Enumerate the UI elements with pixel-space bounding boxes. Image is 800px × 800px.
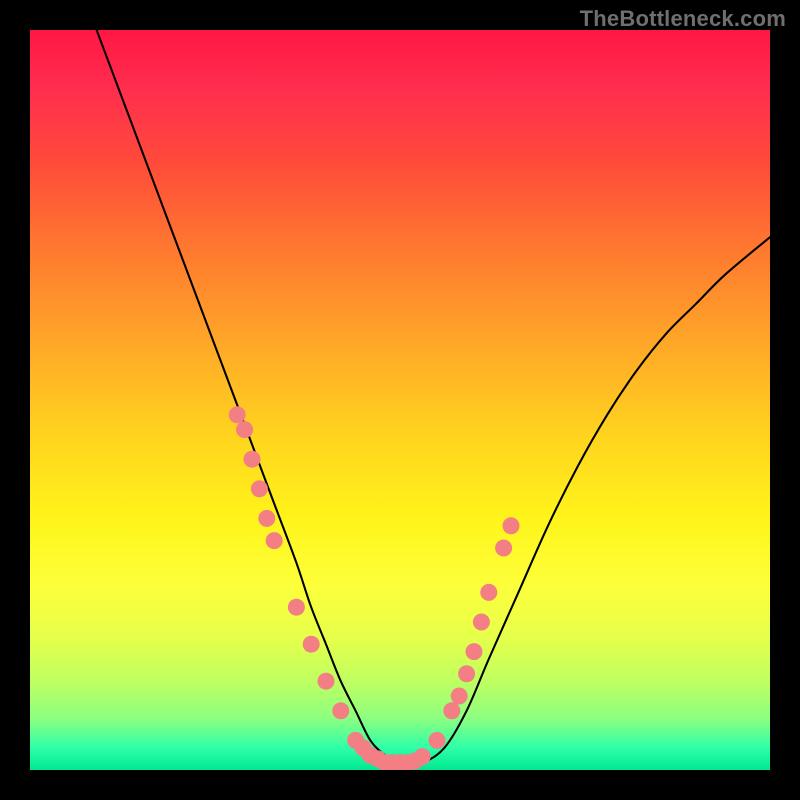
highlight-point xyxy=(502,517,519,534)
highlight-point xyxy=(473,613,490,630)
highlight-point xyxy=(251,480,268,497)
highlight-point xyxy=(288,599,305,616)
highlight-point xyxy=(243,451,260,468)
highlight-point xyxy=(480,584,497,601)
highlight-point xyxy=(258,510,275,527)
highlight-point xyxy=(317,673,334,690)
bottleneck-curve xyxy=(97,30,770,764)
chart-frame: TheBottleneck.com xyxy=(0,0,800,800)
watermark-text: TheBottleneck.com xyxy=(580,6,786,32)
highlight-point xyxy=(428,732,445,749)
bottleneck-gradient-chart xyxy=(30,30,770,770)
highlight-point xyxy=(266,532,283,549)
highlight-point xyxy=(465,643,482,660)
highlight-point xyxy=(303,636,320,653)
highlight-point xyxy=(332,702,349,719)
highlight-point xyxy=(495,539,512,556)
highlight-point xyxy=(414,748,431,765)
highlight-points xyxy=(229,406,520,770)
highlight-point xyxy=(236,421,253,438)
highlight-point xyxy=(443,702,460,719)
highlight-point xyxy=(229,406,246,423)
highlight-point xyxy=(451,687,468,704)
highlight-point xyxy=(458,665,475,682)
